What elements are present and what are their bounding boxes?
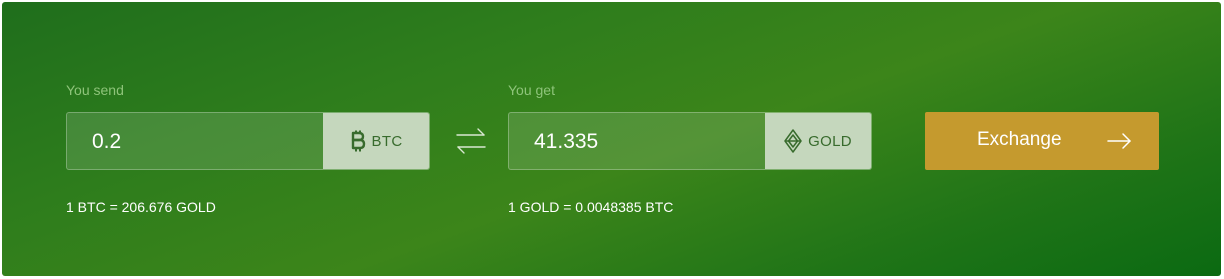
bitcoin-icon <box>350 130 366 152</box>
send-amount-input[interactable]: 0.2 <box>92 113 121 171</box>
swap-arrows-icon[interactable] <box>454 126 488 156</box>
arrow-right-icon <box>1106 131 1132 157</box>
exchange-panel: You send 0.2 BTC 1 BTC = 206.676 GOLD Yo… <box>2 2 1221 276</box>
get-label: You get <box>508 82 555 98</box>
get-currency-code: GOLD <box>808 132 852 150</box>
get-amount-field[interactable]: 41.335 GOLD <box>508 112 872 170</box>
send-rate: 1 BTC = 206.676 GOLD <box>66 199 216 215</box>
exchange-button-label: Exchange <box>977 129 1062 150</box>
send-currency-code: BTC <box>371 132 403 150</box>
send-currency-selector[interactable]: BTC <box>323 113 429 169</box>
get-currency-selector[interactable]: GOLD <box>765 113 871 169</box>
send-label: You send <box>66 82 124 98</box>
get-rate: 1 GOLD = 0.0048385 BTC <box>508 199 674 215</box>
send-amount-field[interactable]: 0.2 BTC <box>66 112 430 170</box>
gold-diamond-icon <box>784 129 802 153</box>
exchange-button[interactable]: Exchange <box>925 112 1159 170</box>
get-amount-input[interactable]: 41.335 <box>534 113 598 171</box>
